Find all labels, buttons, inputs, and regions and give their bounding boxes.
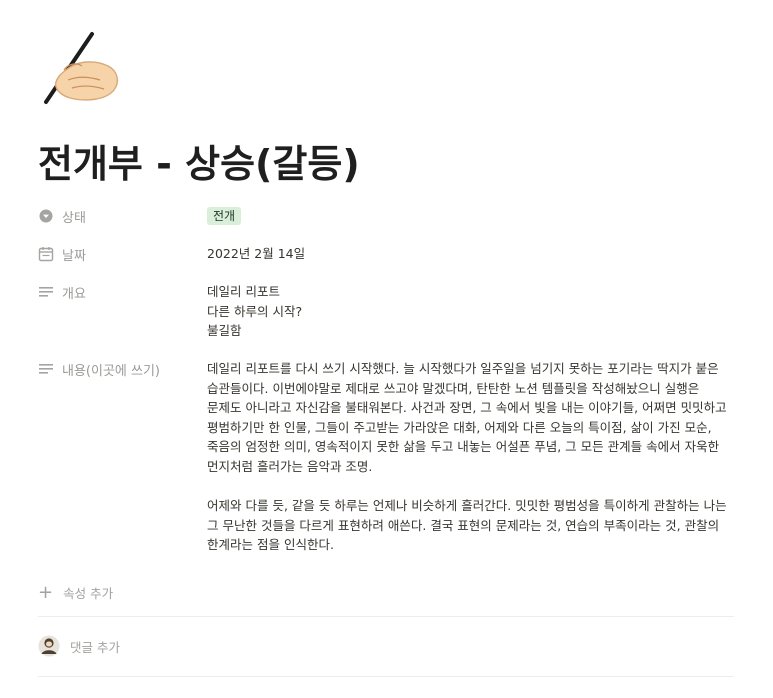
plus-icon: + (38, 581, 54, 603)
writing-hand-icon[interactable] (38, 30, 122, 108)
date-label-text: 날짜 (62, 248, 86, 264)
property-summary-value[interactable]: 데일리 리포트 다른 하루의 시작? 불길함 (207, 282, 727, 341)
property-status-label[interactable]: 상태 (38, 206, 86, 226)
content-label-text: 내용(이곳에 쓰기) (62, 363, 160, 379)
divider (38, 676, 734, 677)
add-property-label: 속성 추가 (63, 586, 114, 601)
add-property-button[interactable]: + 속성 추가 (38, 583, 113, 602)
divider (38, 616, 734, 617)
calendar-icon (38, 247, 54, 262)
property-status-value[interactable]: 전개 (207, 206, 727, 226)
summary-line: 다른 하루의 시작? (207, 303, 303, 319)
text-lines-icon (39, 364, 53, 374)
property-date-value[interactable]: 2022년 2월 14일 (207, 244, 727, 264)
property-content-value[interactable]: 데일리 리포트를 다시 쓰기 시작했다. 늘 시작했다가 일주일을 넘기지 못하… (207, 359, 727, 555)
page-title[interactable]: 전개부 - 상승(갈등) (38, 140, 360, 188)
text-lines-icon (39, 287, 53, 297)
summary-line: 데일리 리포트 (207, 284, 280, 299)
property-date-label[interactable]: 날짜 (38, 244, 86, 264)
summary-line: 불길함 (207, 323, 242, 338)
add-comment-label: 댓글 추가 (70, 639, 120, 655)
add-comment-button[interactable]: 댓글 추가 (38, 635, 120, 657)
content-paragraph: 어제와 다를 듯, 같을 듯 하루는 언제나 비슷하게 흘러간다. 밋밋한 평범… (207, 498, 727, 552)
summary-label-text: 개요 (62, 286, 86, 302)
avatar (38, 635, 60, 657)
status-badge: 전개 (207, 207, 242, 225)
property-content-label[interactable]: 내용(이곳에 쓰기) (38, 359, 160, 379)
status-label-text: 상태 (62, 210, 86, 226)
status-icon (39, 209, 53, 223)
property-summary-label[interactable]: 개요 (38, 282, 86, 302)
content-paragraph: 데일리 리포트를 다시 쓰기 시작했다. 늘 시작했다가 일주일을 넘기지 못하… (207, 361, 727, 474)
